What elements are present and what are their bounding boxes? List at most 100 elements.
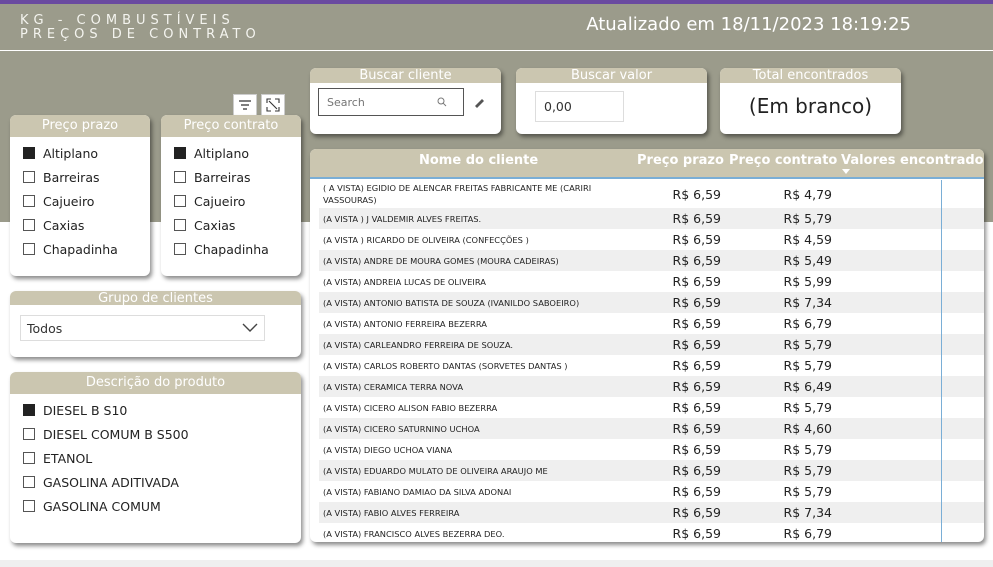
cell-preco-prazo: R$ 6,59 [672, 211, 721, 226]
table-row[interactable]: (A VISTA) ANDRE DE MOURA GOMES (MOURA CA… [319, 250, 984, 271]
produto-item[interactable]: GASOLINA COMUM [23, 494, 301, 518]
produto-item[interactable]: DIESEL COMUM B S500 [23, 422, 301, 446]
checkbox[interactable] [23, 243, 35, 255]
preco-prazo-item[interactable]: Barreiras [23, 165, 150, 189]
cell-nome: (A VISTA ) J VALDEMIR ALVES FREITAS. [323, 213, 482, 224]
checkbox[interactable] [174, 195, 186, 207]
checkbox[interactable] [23, 452, 35, 464]
cell-preco-prazo: R$ 6,59 [672, 442, 721, 457]
sort-desc-icon[interactable] [842, 169, 850, 174]
chevron-down-icon [242, 323, 258, 332]
cell-preco-prazo: R$ 6,59 [672, 295, 721, 310]
table-row[interactable]: (A VISTA) CICERO ALISON FABIO BEZERRA R$ … [319, 397, 984, 418]
table-row[interactable]: (A VISTA) ANTONIO FERREIRA BEZERRA R$ 6,5… [319, 313, 984, 334]
table-row[interactable]: (A VISTA) CARLOS ROBERTO DANTAS (SORVETE… [319, 355, 984, 376]
cell-preco-contrato: R$ 5,99 [783, 274, 832, 289]
cell-preco-contrato: R$ 5,79 [783, 484, 832, 499]
produto-item-label: GASOLINA COMUM [43, 498, 161, 514]
table-row[interactable]: (A VISTA) CERAMICA TERRA NOVA R$ 6,59 R$ 6… [319, 376, 984, 397]
produto-item-label: GASOLINA ADITIVADA [43, 474, 179, 490]
cell-preco-prazo: R$ 6,59 [672, 421, 721, 436]
cell-preco-prazo: R$ 6,59 [672, 505, 721, 520]
checkbox[interactable] [23, 404, 35, 416]
checkbox[interactable] [23, 171, 35, 183]
grupo-clientes-selected: Todos [27, 320, 63, 336]
table-row[interactable]: ( A VISTA) EGIDIO DE ALENCAR FREITAS FAB… [319, 180, 984, 208]
checkbox[interactable] [174, 243, 186, 255]
cell-nome: (A VISTA) DIEGO UCHOA VIANA [323, 444, 453, 455]
checkbox[interactable] [23, 195, 35, 207]
descricao-produto-slicer: Descrição do produto DIESEL B S10 DIESEL … [10, 372, 301, 543]
buscar-valor-title: Buscar valor [516, 68, 707, 83]
cell-preco-contrato: R$ 7,34 [783, 295, 832, 310]
table-row[interactable]: (A VISTA) DIEGO UCHOA VIANA R$ 6,59 R$ 5,7… [319, 439, 984, 460]
buscar-valor-card: Buscar valor 0,00 [516, 68, 707, 134]
col-preco-prazo[interactable]: Preço prazo [637, 153, 724, 168]
cell-preco-contrato: R$ 6,49 [783, 379, 832, 394]
cell-nome: (A VISTA) CICERO SATURNINO UCHOA [323, 423, 480, 434]
checkbox[interactable] [174, 171, 186, 183]
produto-item[interactable]: GASOLINA ADITIVADA [23, 470, 301, 494]
table-row[interactable]: (A VISTA) FABIO ALVES FERREIRA R$ 6,59 R$ … [319, 502, 984, 523]
table-row[interactable]: (A VISTA) FABIANO DAMIAO DA SILVA ADONAI… [319, 481, 984, 502]
checkbox[interactable] [23, 147, 35, 159]
preco-prazo-item[interactable]: Altiplano [23, 141, 150, 165]
checkbox[interactable] [23, 476, 35, 488]
table-row[interactable]: (A VISTA ) RICARDO DE OLIVEIRA (CONFECÇÕ… [319, 229, 984, 250]
filter-icon[interactable] [233, 94, 257, 116]
preco-prazo-item[interactable]: Chapadinha [23, 237, 150, 261]
cell-nome: (A VISTA) CERAMICA TERRA NOVA [323, 381, 463, 392]
preco-prazo-item[interactable]: Caxias [23, 213, 150, 237]
cell-nome: (A VISTA ) RICARDO DE OLIVEIRA (CONFECÇÕ… [323, 234, 529, 245]
cell-preco-prazo: R$ 6,59 [672, 274, 721, 289]
preco-contrato-item[interactable]: Cajueiro [174, 189, 301, 213]
last-updated: Atualizado em 18/11/2023 18:19:25 [586, 14, 911, 35]
checkbox[interactable] [174, 219, 186, 231]
preco-prazo-title: Preço prazo [10, 115, 150, 137]
table-row[interactable]: (A VISTA) FRANCISCO ALVES BEZERRA DEO. R$… [319, 523, 984, 542]
cell-nome: (A VISTA) FABIANO DAMIAO DA SILVA ADONAI [323, 486, 512, 497]
cell-preco-contrato: R$ 5,49 [783, 253, 832, 268]
col-valores-encontrados[interactable]: Valores encontrados [841, 153, 984, 168]
preco-contrato-item[interactable]: Barreiras [174, 165, 301, 189]
table-body: ( A VISTA) EGIDIO DE ALENCAR FREITAS FAB… [319, 180, 984, 542]
col-nome-cliente[interactable]: Nome do cliente [419, 153, 538, 168]
col-preco-contrato[interactable]: Preço contrato [729, 153, 837, 168]
cell-preco-prazo: R$ 6,59 [672, 358, 721, 373]
checkbox[interactable] [174, 147, 186, 159]
eraser-icon[interactable] [473, 94, 485, 113]
checkbox[interactable] [23, 219, 35, 231]
preco-prazo-item[interactable]: Cajueiro [23, 189, 150, 213]
cell-nome: (A VISTA) EDUARDO MULATO DE OLIVEIRA ARA… [323, 465, 548, 476]
preco-contrato-item[interactable]: Caxias [174, 213, 301, 237]
cell-nome: (A VISTA) ANTONIO BATISTA DE SOUZA (IVAN… [323, 297, 580, 308]
cell-preco-contrato: R$ 4,60 [783, 421, 832, 436]
focus-mode-icon[interactable] [261, 94, 285, 116]
cell-nome: (A VISTA) ANDRE DE MOURA GOMES (MOURA CA… [323, 255, 559, 266]
total-encontrados-value: (Em branco) [748, 94, 873, 118]
checkbox[interactable] [23, 428, 35, 440]
table-row[interactable]: (A VISTA) ANDREIA LUCAS DE OLIVEIRA R$ 6,… [319, 271, 984, 292]
search-input[interactable] [327, 95, 437, 109]
cell-preco-contrato: R$ 4,79 [783, 186, 832, 202]
table-row[interactable]: (A VISTA) CICERO SATURNINO UCHOA R$ 6,59 R… [319, 418, 984, 439]
grupo-clientes-dropdown[interactable]: Todos [20, 315, 265, 341]
table-row[interactable]: (A VISTA) CARLEANDRO FERREIRA DE SOUZA. R… [319, 334, 984, 355]
preco-contrato-item[interactable]: Chapadinha [174, 237, 301, 261]
preco-contrato-item[interactable]: Altiplano [174, 141, 301, 165]
table-row[interactable]: (A VISTA ) J VALDEMIR ALVES FREITAS. R$ 6… [319, 208, 984, 229]
preco-contrato-slicer: Preço contrato Altiplano Barreiras Cajueir… [161, 115, 301, 276]
produto-item[interactable]: DIESEL B S10 [23, 398, 301, 422]
preco-prazo-list: Altiplano Barreiras Cajueiro Caxias Chapadin… [10, 137, 150, 261]
report-title-line2: PREÇOS DE CONTRATO [20, 27, 261, 42]
table-row[interactable]: (A VISTA) ANTONIO BATISTA DE SOUZA (IVAN… [319, 292, 984, 313]
total-encontrados-title: Total encontrados [720, 68, 901, 83]
valor-input[interactable]: 0,00 [535, 91, 624, 122]
cell-preco-prazo: R$ 6,59 [672, 186, 721, 202]
checkbox[interactable] [23, 500, 35, 512]
cell-preco-prazo: R$ 6,59 [672, 253, 721, 268]
cell-preco-prazo: R$ 6,59 [672, 316, 721, 331]
search-input-box[interactable] [318, 88, 464, 116]
table-row[interactable]: (A VISTA) EDUARDO MULATO DE OLIVEIRA ARA… [319, 460, 984, 481]
produto-item[interactable]: ETANOL [23, 446, 301, 470]
